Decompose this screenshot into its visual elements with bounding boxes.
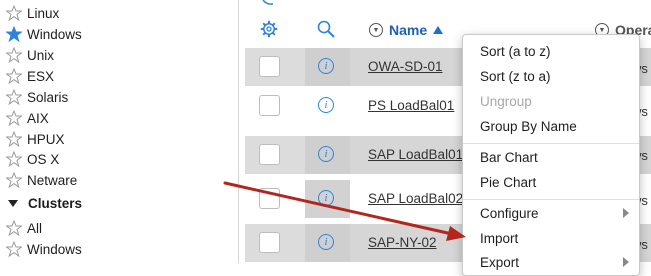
star-outline-icon[interactable]: [6, 5, 22, 21]
gear-icon[interactable]: [260, 20, 278, 38]
menu-item-sort-a-z[interactable]: Sort (a to z): [480, 40, 551, 62]
column-header-label: Name: [389, 22, 428, 38]
sidebar-item-label: Windows: [27, 241, 82, 257]
collapse-triangle-icon[interactable]: [8, 199, 18, 207]
star-outline-icon[interactable]: [6, 172, 22, 188]
menu-separator: [463, 143, 639, 144]
section-label: Clusters: [28, 195, 83, 211]
device-name-link[interactable]: SAP LoadBal01: [368, 147, 463, 162]
star-outline-icon[interactable]: [6, 151, 22, 167]
row-checkbox[interactable]: [259, 232, 280, 253]
refresh-icon-fragment: [262, 0, 274, 5]
column-menu-icon[interactable]: ▼: [369, 23, 383, 37]
star-filled-icon[interactable]: [6, 26, 22, 42]
star-outline-icon[interactable]: [6, 131, 22, 147]
sidebar-item-hpux[interactable]: HPUX: [6, 128, 65, 150]
info-icon[interactable]: i: [318, 58, 334, 74]
sidebar-item-label: HPUX: [27, 131, 65, 147]
search-icon[interactable]: [317, 20, 335, 38]
menu-item-ungroup[interactable]: Ungroup: [480, 90, 532, 112]
sidebar-item-unix[interactable]: Unix: [6, 44, 54, 66]
star-outline-icon[interactable]: [6, 220, 22, 236]
section-clusters[interactable]: Clusters: [6, 192, 82, 214]
menu-item-import[interactable]: Import: [480, 227, 518, 249]
device-name-link[interactable]: SAP-NY-02: [368, 235, 437, 250]
sidebar-item-label: AIX: [27, 110, 49, 126]
menu-item-export[interactable]: Export: [480, 251, 519, 273]
row-checkbox[interactable]: [259, 188, 280, 209]
submenu-arrow-icon: [623, 257, 629, 267]
device-name-link[interactable]: SAP LoadBal02: [368, 191, 463, 206]
sidebar-item-label: Unix: [27, 47, 55, 63]
row-checkbox[interactable]: [259, 56, 280, 77]
menu-item-sort-z-a[interactable]: Sort (z to a): [480, 65, 551, 87]
sidebar-item-aix[interactable]: AIX: [6, 107, 49, 129]
menu-separator: [463, 199, 639, 200]
device-name-link[interactable]: OWA-SD-01: [368, 59, 443, 74]
sidebar-item-clusters-windows[interactable]: Windows: [6, 238, 82, 260]
menu-item-pie-chart[interactable]: Pie Chart: [480, 171, 536, 193]
star-outline-icon[interactable]: [6, 110, 22, 126]
sidebar-item-label: Windows: [27, 26, 82, 42]
sidebar-item-netware[interactable]: Netware: [6, 169, 77, 191]
sidebar-item-osx[interactable]: OS X: [6, 148, 59, 170]
menu-item-configure[interactable]: Configure: [480, 202, 539, 224]
column-header-name[interactable]: ▼ Name: [369, 22, 444, 38]
info-icon[interactable]: i: [318, 190, 334, 206]
info-icon[interactable]: i: [318, 97, 334, 113]
sidebar-item-label: Linux: [27, 5, 60, 21]
sidebar-item-label: ESX: [27, 68, 55, 84]
menu-item-bar-chart[interactable]: Bar Chart: [480, 146, 538, 168]
sidebar-item-label: Solaris: [27, 89, 69, 105]
info-icon[interactable]: i: [318, 234, 334, 250]
submenu-arrow-icon: [623, 208, 629, 218]
sidebar-item-solaris[interactable]: Solaris: [6, 86, 68, 108]
row-checkbox[interactable]: [259, 95, 280, 116]
sort-ascending-icon[interactable]: [433, 26, 444, 34]
star-outline-icon[interactable]: [6, 241, 22, 257]
row-checkbox[interactable]: [259, 144, 280, 165]
star-outline-icon[interactable]: [6, 68, 22, 84]
sidebar-item-label: Netware: [27, 172, 78, 188]
sidebar-item-clusters-all[interactable]: All: [6, 217, 42, 239]
menu-item-group-by-name[interactable]: Group By Name: [480, 115, 577, 137]
star-outline-icon[interactable]: [6, 89, 22, 105]
device-name-link[interactable]: PS LoadBal01: [368, 98, 454, 113]
sidebar-item-label: OS X: [27, 151, 60, 167]
sidebar-item-linux[interactable]: Linux: [6, 2, 59, 24]
column-context-menu: Sort (a to z) Sort (z to a) Ungroup Grou…: [462, 34, 640, 276]
sidebar-item-windows[interactable]: Windows: [6, 23, 82, 45]
star-outline-icon[interactable]: [6, 47, 22, 63]
sidebar-tree: Linux Windows Unix ESX Solaris AIX HPUX …: [0, 0, 239, 263]
sidebar-item-esx[interactable]: ESX: [6, 65, 54, 87]
sidebar-item-label: All: [27, 220, 43, 236]
info-icon[interactable]: i: [318, 146, 334, 162]
